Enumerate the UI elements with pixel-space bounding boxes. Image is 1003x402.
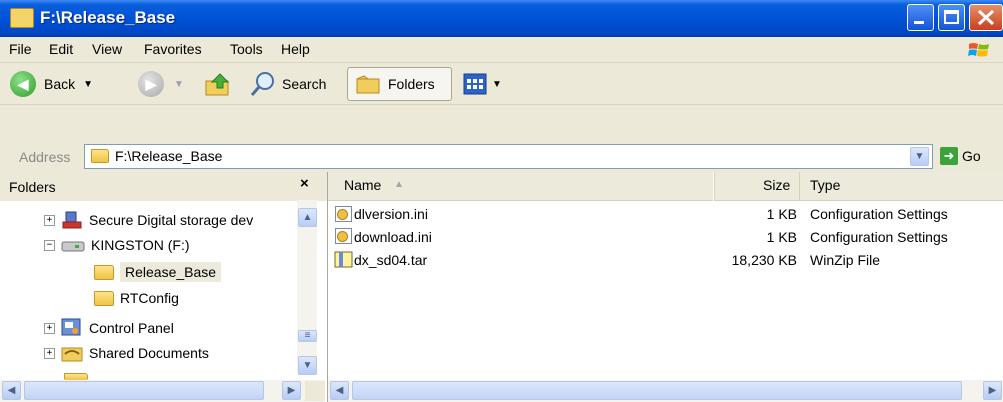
menu-view[interactable]: View	[92, 41, 122, 57]
window-title: F:\Release_Base	[40, 8, 176, 27]
go-button[interactable]: ➜ Go	[940, 147, 981, 165]
close-button[interactable]	[969, 4, 1003, 31]
file-name: dx_sd04.tar	[354, 252, 428, 268]
tree-item-label: Release_Base	[120, 262, 222, 282]
search-icon	[250, 72, 274, 96]
go-label: Go	[962, 148, 981, 164]
tree-item-kingston[interactable]: − KINGSTON (F:)	[44, 236, 190, 254]
sort-ascending-icon: ▲	[394, 179, 404, 190]
scroll-thumb[interactable]: ≡	[298, 330, 317, 342]
go-arrow-icon: ➜	[940, 147, 958, 165]
search-button[interactable]: Search	[250, 69, 326, 99]
address-label: Address	[19, 149, 71, 165]
expand-icon[interactable]: +	[44, 322, 55, 334]
scroll-thumb[interactable]	[352, 381, 962, 400]
expand-icon[interactable]: +	[44, 214, 55, 226]
folders-button[interactable]: Folders	[347, 67, 452, 101]
expand-icon[interactable]: +	[44, 347, 55, 359]
menu-file[interactable]: File	[9, 41, 32, 57]
back-label: Back	[44, 76, 76, 92]
folders-label: Folders	[388, 76, 435, 92]
scroll-up-button[interactable]: ▲	[298, 208, 317, 227]
scroll-corner	[305, 381, 325, 401]
up-button[interactable]	[204, 69, 232, 99]
folder-icon	[10, 8, 34, 28]
collapse-icon[interactable]: −	[44, 239, 55, 251]
file-name: dlversion.ini	[354, 206, 428, 222]
folder-icon	[64, 373, 88, 380]
search-label: Search	[282, 76, 327, 92]
menu-help[interactable]: Help	[281, 41, 310, 57]
address-dropdown-button[interactable]: ▼	[910, 147, 929, 166]
file-name: download.ini	[354, 229, 432, 245]
column-header-name[interactable]	[328, 172, 713, 201]
forward-button[interactable]: ▶ ▼	[138, 69, 184, 99]
title-bar: F:\Release_Base	[0, 0, 1003, 37]
folder-icon	[91, 149, 109, 163]
back-button[interactable]: ◀ Back ▼	[10, 69, 93, 99]
forward-arrow-icon: ▶	[138, 71, 164, 97]
scroll-left-button[interactable]: ◀	[330, 381, 349, 400]
column-type-label: Type	[810, 177, 841, 193]
views-dropdown-icon: ▼	[492, 78, 502, 90]
tree-item-sd-storage[interactable]: + Secure Digital storage dev	[44, 210, 253, 230]
windows-logo-icon	[968, 43, 989, 57]
scroll-right-button[interactable]: ▶	[282, 381, 301, 400]
control-panel-icon	[61, 318, 81, 336]
shared-documents-icon	[61, 347, 83, 362]
tree-item-release-base[interactable]: Release_Base	[94, 262, 222, 282]
file-type: WinZip File	[810, 252, 881, 268]
folders-pane	[0, 172, 328, 402]
address-value: F:\Release_Base	[115, 148, 223, 164]
tree-item-label: KINGSTON (F:)	[91, 237, 190, 253]
folders-icon	[356, 75, 380, 94]
file-type: Configuration Settings	[810, 229, 948, 245]
scroll-right-button[interactable]: ▶	[983, 381, 1002, 400]
folders-pane-header: Folders ×	[0, 172, 327, 202]
maximize-button[interactable]	[938, 4, 965, 31]
scroll-down-button[interactable]: ▼	[298, 356, 317, 375]
up-folder-icon	[205, 73, 230, 96]
winzip-file-icon	[334, 251, 353, 268]
close-pane-icon[interactable]: ×	[300, 175, 309, 192]
menu-tools[interactable]: Tools	[230, 41, 263, 57]
folders-pane-title: Folders	[9, 179, 56, 195]
file-type: Configuration Settings	[810, 206, 948, 222]
close-icon	[977, 9, 995, 26]
tree-item-label: Secure Digital storage dev	[89, 212, 254, 228]
tree-item-rtconfig[interactable]: RTConfig	[94, 290, 179, 306]
folder-icon	[94, 290, 114, 306]
back-arrow-icon: ◀	[10, 71, 36, 97]
minimize-button[interactable]	[907, 4, 934, 31]
scroll-left-button[interactable]: ◀	[2, 381, 21, 400]
file-size: 1 KB	[766, 229, 797, 245]
tree-item-shared-documents[interactable]: + Shared Documents	[44, 344, 209, 362]
tree-item-control-panel[interactable]: + Control Panel	[44, 318, 174, 338]
address-input[interactable]: F:\Release_Base ▼	[84, 144, 933, 169]
ini-file-icon	[335, 228, 352, 244]
file-size: 18,230 KB	[731, 252, 797, 268]
ini-file-icon	[335, 206, 352, 222]
sd-storage-icon	[62, 211, 82, 229]
menu-edit[interactable]: Edit	[49, 41, 73, 57]
tree-item-label: Shared Documents	[89, 345, 209, 361]
forward-dropdown-icon: ▼	[174, 78, 184, 90]
removable-drive-icon	[61, 241, 85, 252]
tree-item-label: RTConfig	[120, 290, 179, 306]
scroll-thumb[interactable]	[24, 381, 264, 400]
menu-favorites[interactable]: Favorites	[144, 41, 202, 57]
folder-icon	[94, 264, 114, 280]
views-button[interactable]: ▼	[463, 69, 502, 99]
column-size-label: Size	[763, 177, 791, 193]
tree-item-label: Control Panel	[89, 320, 174, 336]
column-name-label: Name	[344, 177, 382, 193]
back-dropdown-icon: ▼	[83, 78, 94, 90]
views-icon	[463, 73, 487, 95]
file-size: 1 KB	[766, 206, 797, 222]
